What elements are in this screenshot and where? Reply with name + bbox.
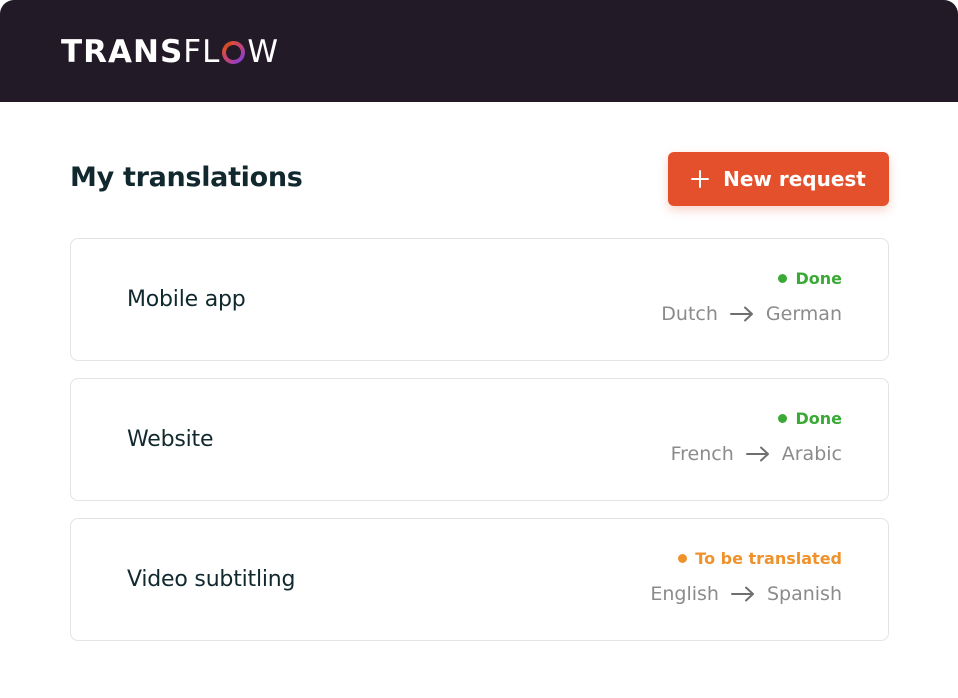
translation-meta: To be translated English Spanish — [650, 547, 842, 607]
translation-title: Website — [127, 427, 214, 452]
logo-text-flow: FL W — [183, 33, 280, 70]
translation-title: Mobile app — [127, 287, 246, 312]
logo-o-ring-icon — [221, 40, 246, 65]
logo-text-trans: TRANS — [61, 33, 184, 70]
target-language: German — [765, 303, 842, 325]
translation-card-video-subtitling[interactable]: Video subtitling To be translated Englis… — [70, 518, 889, 641]
status-badge: To be translated — [678, 547, 842, 569]
language-pair: French Arabic — [671, 441, 842, 467]
new-request-label: New request — [723, 167, 866, 191]
source-language: Dutch — [661, 303, 718, 325]
arrow-right-icon — [745, 446, 770, 462]
arrow-right-icon — [729, 306, 754, 322]
source-language: French — [670, 443, 734, 465]
app-window: TRANS FL W My translations New request M… — [0, 0, 958, 698]
logo-text-fl: FL — [183, 33, 221, 70]
translation-title: Video subtitling — [127, 567, 296, 592]
translation-meta: Done French Arabic — [671, 407, 842, 467]
status-badge: Done — [778, 267, 842, 289]
language-pair: English Spanish — [650, 581, 842, 607]
status-badge: Done — [778, 407, 842, 429]
transflow-logo[interactable]: TRANS FL W — [61, 30, 279, 74]
status-text: Done — [795, 268, 842, 288]
translation-meta: Done Dutch German — [661, 267, 842, 327]
status-dot-icon — [778, 273, 788, 283]
new-request-button[interactable]: New request — [668, 152, 889, 206]
arrow-right-icon — [730, 586, 755, 602]
status-text: To be translated — [695, 548, 842, 568]
source-language: English — [650, 583, 719, 605]
status-dot-icon — [678, 553, 688, 563]
translation-card-website[interactable]: Website Done French Arabic — [70, 378, 889, 501]
language-pair: Dutch German — [661, 301, 842, 327]
translation-card-mobile-app[interactable]: Mobile app Done Dutch German — [70, 238, 889, 361]
logo-text-w: W — [247, 33, 280, 70]
top-bar: TRANS FL W — [0, 0, 958, 102]
status-dot-icon — [778, 413, 788, 423]
target-language: Arabic — [781, 443, 842, 465]
page-title: My translations — [70, 162, 303, 193]
status-text: Done — [795, 408, 842, 428]
target-language: Spanish — [766, 583, 842, 605]
plus-icon — [691, 170, 710, 188]
